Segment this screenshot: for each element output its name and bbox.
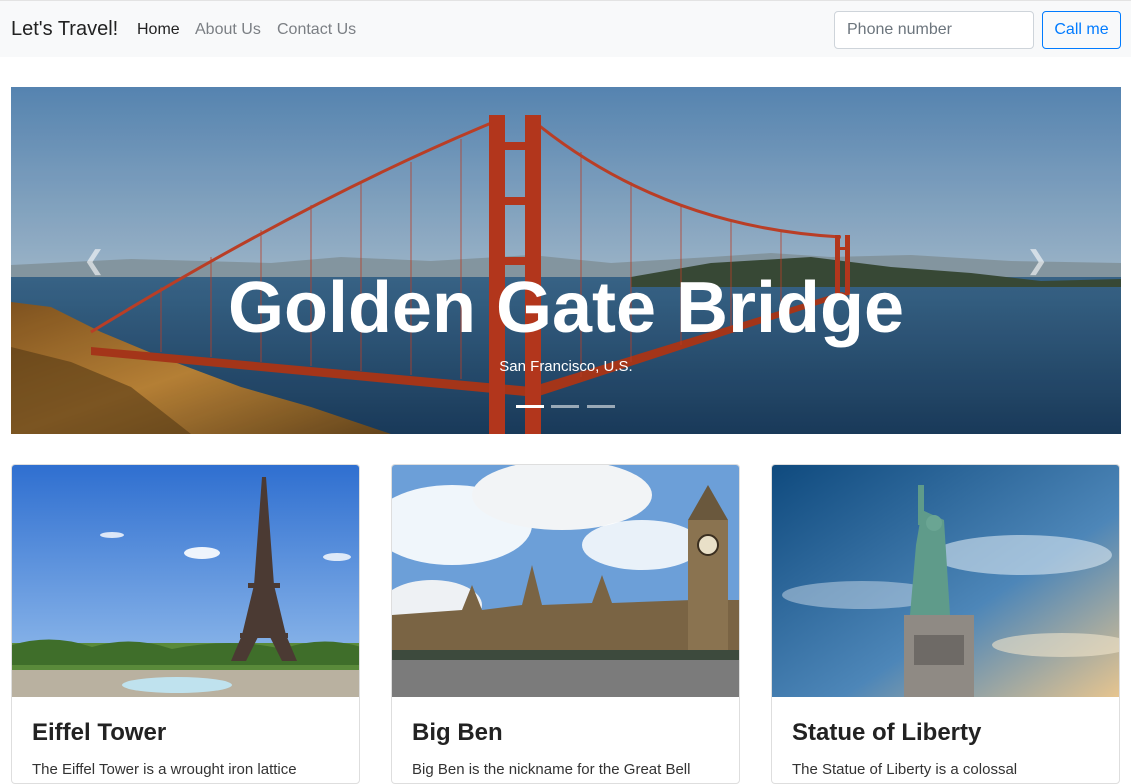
carousel-caption-subtitle: San Francisco, U.S. — [499, 358, 633, 375]
nav-link-about-us[interactable]: About Us — [195, 21, 261, 39]
navbar: Let's Travel! Home About Us Contact Us C… — [0, 0, 1131, 57]
statue-of-liberty-image — [772, 465, 1119, 697]
carousel-prev-button[interactable]: ❮ — [79, 245, 109, 275]
chevron-left-icon: ❮ — [83, 245, 105, 275]
card-title: Statue of Liberty — [792, 719, 982, 746]
chevron-right-icon: ❯ — [1026, 245, 1048, 275]
card-title: Eiffel Tower — [32, 719, 167, 746]
big-ben-image — [392, 465, 739, 697]
card-text: Big Ben is the nickname for the Great Be… — [412, 761, 691, 778]
hero-carousel: ❮ ❯ Golden Gate Bridge San Francisco, U.… — [11, 87, 1121, 434]
card-text: The Statue of Liberty is a colossal — [792, 761, 1018, 778]
card-big-ben: Big Ben Big Ben is the nickname for the … — [391, 464, 740, 784]
brand-logo[interactable]: Let's Travel! — [11, 18, 118, 41]
carousel-caption-title: Golden Gate Bridge — [227, 268, 905, 348]
card-eiffel-tower: Eiffel Tower The Eiffel Tower is a wroug… — [11, 464, 360, 784]
card-statue-of-liberty: Statue of Liberty The Statue of Liberty … — [771, 464, 1120, 784]
nav-link-contact-us[interactable]: Contact Us — [277, 21, 356, 39]
card-title: Big Ben — [412, 719, 503, 746]
golden-gate-bridge-image — [11, 87, 1121, 434]
call-me-button[interactable]: Call me — [1042, 11, 1121, 49]
carousel-indicator-3[interactable] — [587, 405, 615, 408]
nav-link-home[interactable]: Home — [137, 21, 180, 39]
carousel-indicator-2[interactable] — [551, 405, 579, 408]
carousel-indicator-1[interactable] — [516, 405, 544, 408]
card-text: The Eiffel Tower is a wrought iron latti… — [32, 761, 297, 778]
phone-number-input[interactable] — [834, 11, 1034, 49]
carousel-next-button[interactable]: ❯ — [1022, 245, 1052, 275]
eiffel-tower-image — [12, 465, 359, 697]
